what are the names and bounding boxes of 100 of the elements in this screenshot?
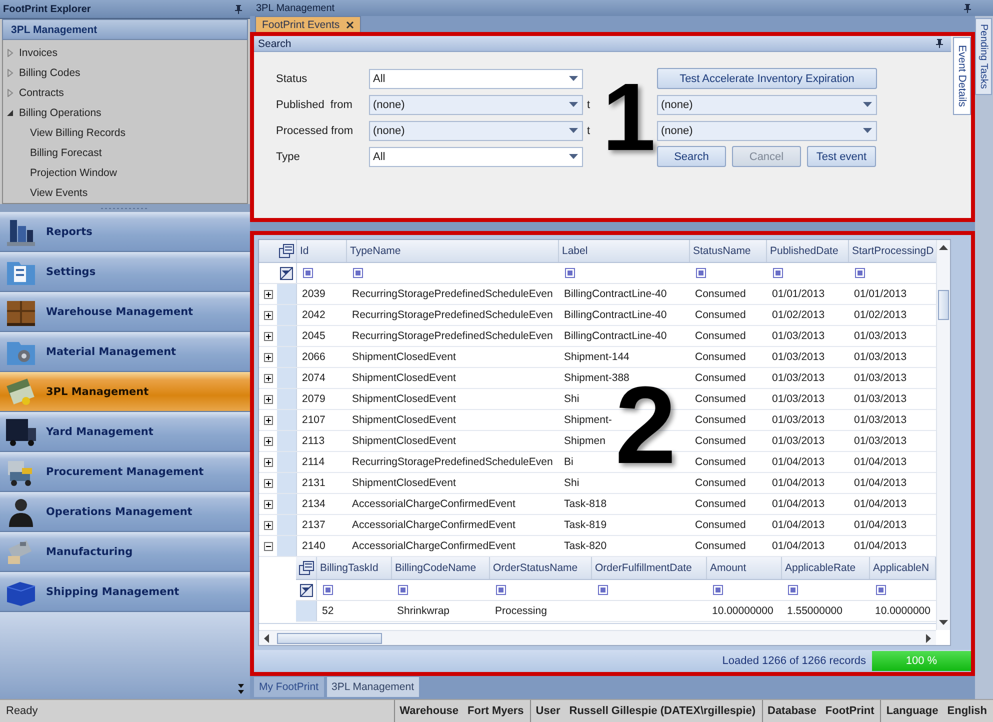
to-dropdown[interactable]: (none): [657, 120, 877, 140]
pin-icon[interactable]: [235, 4, 242, 14]
filter-icon[interactable]: [565, 268, 575, 278]
filter-icon[interactable]: [713, 585, 723, 595]
expand-icon[interactable]: [264, 520, 272, 530]
column-header[interactable]: StatusName: [690, 240, 767, 262]
grip-icon[interactable]: [100, 206, 150, 210]
expand-icon[interactable]: [264, 310, 272, 320]
scrollbar[interactable]: [259, 630, 936, 645]
column-header[interactable]: Label: [559, 240, 690, 262]
nav-button[interactable]: Yard Management: [0, 412, 250, 452]
scroll-thumb[interactable]: [938, 290, 949, 320]
filter-clear-icon[interactable]: [280, 266, 293, 280]
filter-icon[interactable]: [788, 585, 798, 595]
filter-icon[interactable]: [398, 585, 408, 595]
to-dropdown[interactable]: (none): [657, 94, 877, 114]
tree-item[interactable]: Invoices: [19, 47, 58, 59]
table-cell: 10.0000000: [875, 605, 930, 617]
expand-icon[interactable]: [264, 352, 272, 362]
pin-icon[interactable]: [936, 39, 943, 48]
expand-icon[interactable]: [264, 416, 272, 424]
type-dropdown[interactable]: All: [369, 146, 583, 166]
filter-icon[interactable]: [323, 585, 333, 595]
column-header[interactable]: OrderStatusName: [490, 557, 592, 579]
tree-item[interactable]: Projection Window: [30, 167, 117, 179]
column-header[interactable]: ApplicableRate: [782, 557, 870, 579]
status-value: Fort Myers: [468, 705, 524, 717]
expand-icon[interactable]: [264, 478, 272, 488]
column-header[interactable]: TypeName: [347, 240, 559, 262]
column-chooser-icon[interactable]: [279, 244, 294, 258]
close-icon[interactable]: [346, 20, 354, 28]
dropdown-arrow-icon[interactable]: [569, 76, 578, 81]
expand-icon[interactable]: [264, 290, 272, 298]
column-header[interactable]: BillingTaskId: [317, 557, 392, 579]
dropdown-arrow-icon[interactable]: [863, 128, 872, 133]
tree-item[interactable]: View Events: [30, 187, 88, 199]
arrow-left-icon[interactable]: [264, 634, 269, 642]
side-tab[interactable]: Pending Tasks: [975, 18, 992, 95]
nav-button[interactable]: Shipping Management: [0, 572, 250, 612]
nav-button[interactable]: Material Management: [0, 332, 250, 372]
dropdown-arrow-icon[interactable]: [569, 128, 578, 133]
column-header[interactable]: Id: [297, 240, 347, 262]
overflow-icon[interactable]: [237, 683, 245, 695]
column-header[interactable]: OrderFulfillmentDate: [592, 557, 707, 579]
nav-button[interactable]: Warehouse Management: [0, 292, 250, 332]
tree-item[interactable]: View Billing Records: [30, 127, 126, 139]
arrow-up-icon[interactable]: [939, 245, 948, 250]
expand-icon[interactable]: [264, 374, 272, 382]
filter-icon[interactable]: [303, 268, 313, 278]
nav-button[interactable]: Manufacturing: [0, 532, 250, 572]
nav-button[interactable]: Reports: [0, 212, 250, 252]
expand-icon[interactable]: [264, 436, 272, 446]
filter-icon[interactable]: [855, 268, 865, 278]
dropdown-arrow-icon[interactable]: [569, 102, 578, 107]
column-header[interactable]: PublishedDate: [767, 240, 849, 262]
dropdown-arrow-icon[interactable]: [569, 154, 578, 159]
filter-clear-icon[interactable]: [300, 584, 312, 596]
tree-item[interactable]: Billing Codes: [19, 67, 80, 79]
tree-item[interactable]: Billing Forecast: [30, 147, 102, 159]
from-dropdown[interactable]: (none): [369, 120, 583, 140]
column-chooser-icon[interactable]: [298, 561, 314, 575]
filter-icon[interactable]: [353, 268, 363, 278]
expand-icon[interactable]: [264, 394, 272, 404]
table-cell: 01/03/2013: [854, 435, 907, 447]
nav-button[interactable]: Procurement Management: [0, 452, 250, 492]
filter-icon[interactable]: [773, 268, 783, 278]
filter-icon[interactable]: [598, 585, 608, 595]
filter-icon[interactable]: [696, 268, 706, 278]
arrow-down-icon[interactable]: [939, 620, 948, 625]
collapse-icon[interactable]: [264, 542, 272, 550]
nav-button[interactable]: 3PL Management: [0, 372, 250, 412]
table-cell: 01/02/2013: [772, 309, 825, 321]
nav-button[interactable]: Operations Management: [0, 492, 250, 532]
action-button[interactable]: Test event: [807, 146, 876, 167]
document-tab[interactable]: FootPrint Events: [255, 16, 361, 32]
scrollbar[interactable]: [936, 240, 950, 630]
action-button[interactable]: Search: [657, 146, 726, 167]
filter-icon[interactable]: [876, 585, 886, 595]
document-tab[interactable]: My FootPrint: [254, 677, 324, 697]
document-tab[interactable]: 3PL Management: [326, 677, 420, 697]
nav-button[interactable]: Settings: [0, 252, 250, 292]
pin-icon[interactable]: [964, 4, 971, 12]
arrow-right-icon[interactable]: [926, 634, 931, 642]
table-cell: ShipmentClosedEvent: [352, 372, 456, 384]
field-label: Type: [276, 150, 301, 162]
side-tab[interactable]: Event Details: [953, 37, 971, 115]
expand-icon[interactable]: [264, 332, 272, 340]
column-header[interactable]: BillingCodeName: [392, 557, 490, 579]
expand-icon[interactable]: [264, 500, 272, 508]
dropdown-arrow-icon[interactable]: [863, 102, 872, 107]
from-dropdown[interactable]: (none): [369, 94, 583, 114]
collapse-icon[interactable]: [7, 109, 14, 117]
filter-icon[interactable]: [496, 585, 506, 595]
column-header[interactable]: Amount: [707, 557, 782, 579]
test-button[interactable]: Test Accelerate Inventory Expiration: [657, 68, 877, 89]
expand-icon[interactable]: [264, 458, 272, 466]
tree-item[interactable]: Contracts: [19, 87, 64, 99]
tree-item[interactable]: Billing Operations: [19, 107, 102, 119]
status-dropdown[interactable]: All: [369, 68, 583, 88]
scroll-thumb[interactable]: [277, 632, 382, 644]
